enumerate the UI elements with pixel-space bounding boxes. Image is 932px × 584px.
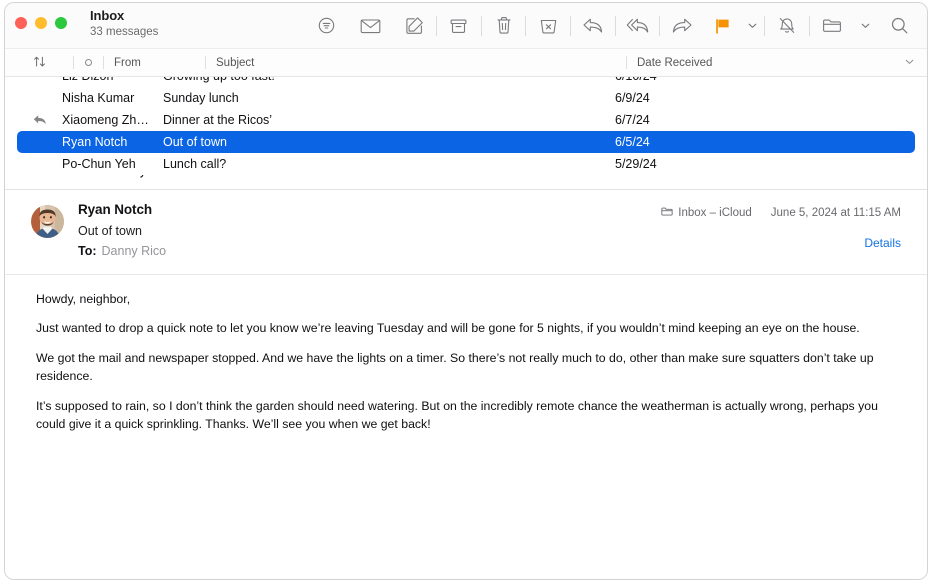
message-body: Howdy, neighbor, Just wanted to drop a qu…	[5, 275, 927, 434]
message-body-paragraph: Howdy, neighbor,	[36, 291, 131, 306]
message-pane: Ryan Notch Out of town To: Danny Rico Inb…	[5, 190, 927, 579]
replied-arrow-icon	[17, 114, 62, 126]
column-header-unread[interactable]	[74, 49, 103, 76]
chevron-down-icon	[860, 20, 871, 31]
trash-icon	[495, 16, 513, 35]
bell-slash-icon	[777, 16, 797, 35]
mark-unread-button[interactable]	[349, 4, 393, 48]
folder-icon	[822, 17, 842, 34]
message-body-paragraph: It’s supposed to rain, so I don’t think …	[36, 398, 878, 431]
message-row-date: 6/7/24	[615, 113, 650, 127]
message-meta: Inbox – iCloud June 5, 2024 at 11:15 AM …	[661, 206, 901, 250]
message-subject: Out of town	[78, 223, 142, 238]
message-list-row[interactable]: Po-Chun Yeh Lunch call? 5/29/24	[17, 153, 915, 175]
forward-button[interactable]	[660, 4, 704, 48]
archive-icon	[449, 17, 468, 35]
to-label: To:	[78, 244, 97, 258]
compose-button[interactable]	[392, 4, 436, 48]
message-date: June 5, 2024 at 11:15 AM	[770, 207, 901, 219]
sort-order-button[interactable]	[5, 49, 73, 76]
message-recipients: To: Danny Rico	[78, 245, 166, 258]
message-row-subject: Book Club	[163, 175, 615, 178]
forward-icon	[671, 16, 693, 35]
reply-all-button[interactable]	[616, 4, 660, 48]
message-row-subject: Dinner at the Ricos’	[163, 113, 273, 127]
message-row-date: 5/29/24	[615, 157, 657, 171]
reply-all-icon	[626, 16, 650, 35]
message-row-subject: Lunch call?	[163, 157, 227, 171]
message-row-from: Ryan Notch	[62, 135, 128, 149]
message-list-row[interactable]: Liz DizonGrowing up too fast!6/10/24	[17, 77, 915, 87]
flag-button[interactable]	[704, 4, 740, 48]
archive-button[interactable]	[437, 4, 481, 48]
message-row-from: Liz Dizon	[62, 77, 163, 83]
column-header-date[interactable]: Date Received	[627, 57, 927, 69]
message-list-row[interactable]: Nisha Kumar Sunday lunch 6/9/24	[17, 87, 915, 109]
sort-arrows-icon	[33, 55, 46, 71]
mail-window: Inbox 33 messages From Subject Date Rece…	[4, 2, 928, 580]
message-list-row[interactable]: Xiaomeng Zh… Dinner at the Ricos’ 6/7/24	[17, 109, 915, 131]
move-options-button[interactable]	[853, 4, 877, 48]
unread-circle-icon	[85, 59, 92, 66]
window-controls	[15, 17, 67, 29]
message-list-column-header: From Subject Date Received	[5, 49, 927, 77]
window-title-block: Inbox 33 messages	[90, 8, 159, 39]
column-header-subject[interactable]: Subject	[206, 57, 626, 69]
flag-options-button[interactable]	[741, 4, 765, 48]
reply-button[interactable]	[571, 4, 615, 48]
mute-button[interactable]	[765, 4, 809, 48]
message-row-from: Nisha Kumar	[62, 91, 135, 105]
message-row-date: 6/10/24	[615, 77, 915, 83]
message-header: Ryan Notch Out of town To: Danny Rico Inb…	[5, 190, 927, 258]
to-value[interactable]: Danny Rico	[102, 244, 167, 258]
envelope-icon	[360, 17, 381, 35]
column-header-date-label: Date Received	[637, 56, 713, 69]
message-list-scroll: Liz DizonGrowing up too fast!6/10/24Nish…	[5, 77, 927, 182]
minimize-button[interactable]	[35, 17, 47, 29]
message-header-text: Ryan Notch Out of town To: Danny Rico	[78, 203, 166, 258]
message-body-paragraph: Just wanted to drop a quick note to let …	[36, 321, 860, 336]
message-row-date: 6/5/24	[615, 135, 650, 149]
reply-icon	[582, 16, 604, 35]
message-mailbox: Inbox – iCloud	[678, 207, 752, 219]
message-row-date: 6/9/24	[615, 91, 650, 105]
titlebar: Inbox 33 messages	[5, 3, 927, 49]
folder-icon	[661, 206, 673, 220]
message-list-row[interactable]: Andrew McKayBook Club5/22/24	[17, 175, 915, 182]
message-row-subject: Growing up too fast!	[163, 77, 615, 83]
junk-button[interactable]	[526, 4, 570, 48]
avatar	[31, 205, 64, 238]
delete-button[interactable]	[482, 4, 526, 48]
toolbar	[305, 3, 921, 48]
message-count: 33 messages	[90, 25, 159, 38]
search-button[interactable]	[877, 4, 921, 48]
details-link[interactable]: Details	[661, 236, 901, 250]
message-body-paragraph: We got the mail and newspaper stopped. A…	[36, 351, 874, 383]
message-row-date: 5/22/24	[615, 175, 915, 178]
junk-icon	[539, 17, 558, 35]
message-list-row[interactable]: Ryan Notch Out of town 6/5/24	[17, 131, 915, 153]
chevron-down-icon[interactable]	[904, 56, 915, 70]
filter-icon	[317, 16, 336, 35]
message-row-subject: Sunday lunch	[163, 91, 239, 105]
person-photo-avatar	[31, 205, 64, 238]
chevron-down-icon	[747, 20, 758, 31]
message-sender: Ryan Notch	[78, 202, 153, 217]
column-header-from[interactable]: From	[104, 57, 205, 69]
message-row-subject: Out of town	[163, 135, 227, 149]
message-row-from: Andrew McKay	[62, 175, 163, 178]
compose-icon	[405, 16, 424, 35]
flag-icon	[714, 17, 731, 35]
filter-button[interactable]	[305, 4, 349, 48]
message-meta-row: Inbox – iCloud June 5, 2024 at 11:15 AM	[661, 206, 901, 220]
search-icon	[890, 16, 909, 35]
message-row-from: Xiaomeng Zh…	[62, 113, 149, 127]
message-list[interactable]: Liz DizonGrowing up too fast!6/10/24Nish…	[5, 77, 927, 190]
maximize-button[interactable]	[55, 17, 67, 29]
message-row-from: Po-Chun Yeh	[62, 157, 136, 171]
page-title: Inbox	[90, 8, 125, 23]
move-to-button[interactable]	[810, 4, 854, 48]
close-button[interactable]	[15, 17, 27, 29]
